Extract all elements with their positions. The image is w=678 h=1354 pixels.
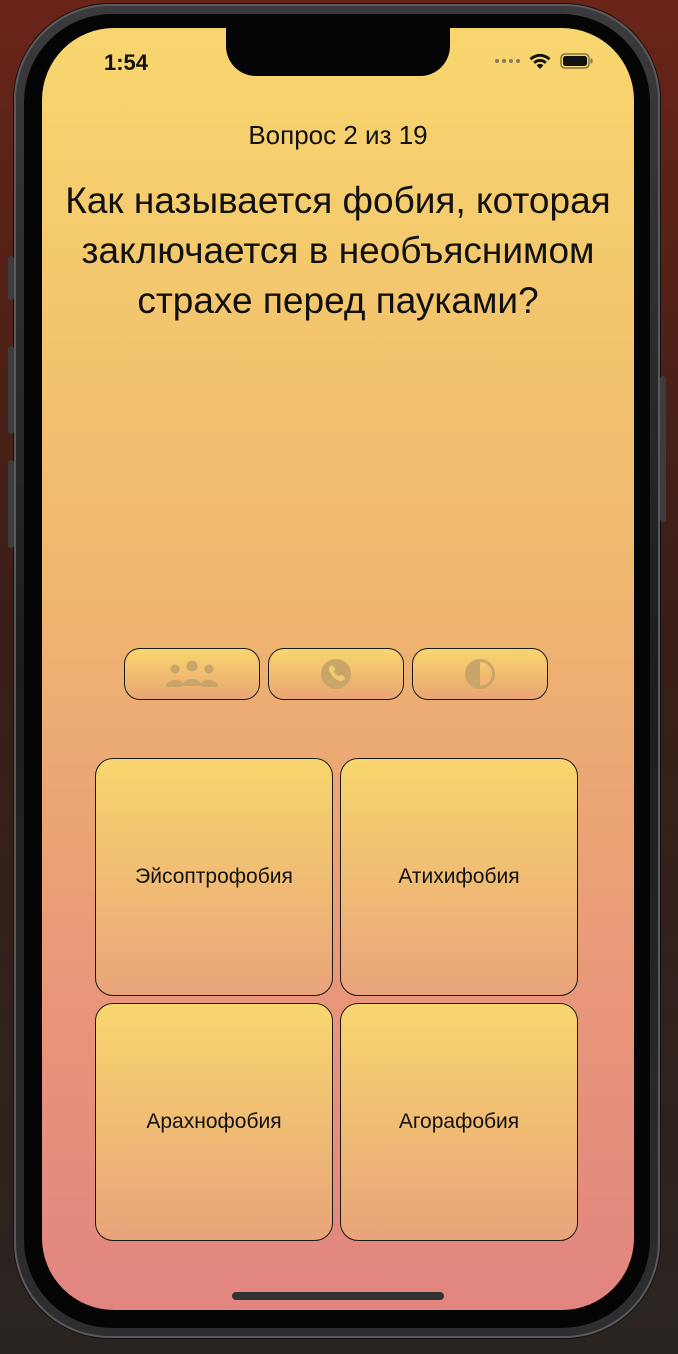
lifelines bbox=[124, 648, 548, 700]
wifi-icon bbox=[529, 53, 551, 69]
phone-icon bbox=[321, 659, 351, 689]
answer-button[interactable]: Агорафобия bbox=[340, 1003, 578, 1241]
question-counter: Вопрос 2 из 19 bbox=[248, 120, 428, 150]
answer-grid: Эйсоптрофобия Атихифобия Арахнофобия Аго… bbox=[95, 758, 578, 1241]
answer-button[interactable]: Атихифобия bbox=[340, 758, 578, 996]
volume-down-button bbox=[8, 460, 14, 548]
question-text: Как называется фобия, которая заключаетс… bbox=[65, 180, 611, 321]
audience-icon bbox=[166, 660, 218, 687]
answer-button[interactable]: Арахнофобия bbox=[95, 1003, 333, 1241]
status-time: 1:54 bbox=[104, 50, 149, 75]
notch bbox=[226, 28, 450, 76]
power-button bbox=[660, 376, 666, 522]
fifty-fifty-icon bbox=[465, 659, 495, 689]
cellular-signal-icon bbox=[495, 59, 520, 63]
answer-button[interactable]: Эйсоптрофобия bbox=[95, 758, 333, 996]
mute-switch bbox=[8, 256, 14, 300]
call-friend-button[interactable] bbox=[268, 648, 404, 700]
home-indicator[interactable] bbox=[232, 1292, 444, 1300]
quiz-screen: 1:54 Вопрос 2 из 19 Как называется фобия… bbox=[42, 28, 634, 1310]
fifty-fifty-button[interactable] bbox=[412, 648, 548, 700]
volume-up-button bbox=[8, 346, 14, 434]
ask-audience-button[interactable] bbox=[124, 648, 260, 700]
status-icons bbox=[495, 52, 594, 70]
battery-icon bbox=[560, 53, 593, 69]
